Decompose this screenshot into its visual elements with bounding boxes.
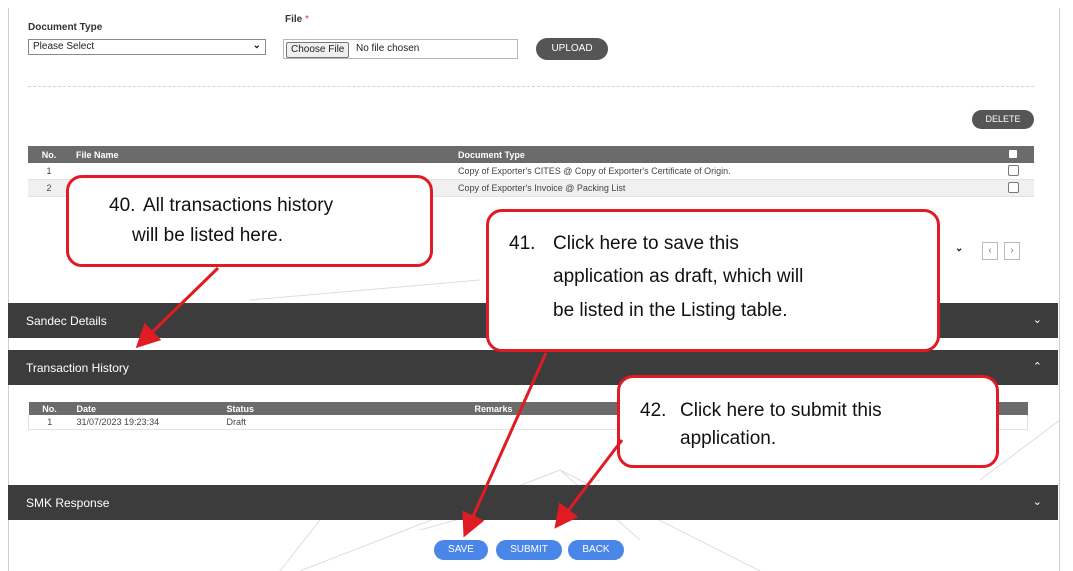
chevron-right-icon: ›: [1010, 245, 1014, 256]
callout-number: 42.: [640, 400, 667, 421]
section-title: SMK Response: [26, 496, 110, 510]
checkbox-icon: [1007, 164, 1019, 176]
callout-line: be listed in the Listing table.: [553, 300, 788, 321]
section-title: Transaction History: [26, 361, 129, 375]
section-title: Sandec Details: [26, 314, 107, 328]
no-file-text: No file chosen: [356, 43, 420, 54]
section-smk-response[interactable]: SMK Response ⌄: [8, 485, 1058, 520]
cell-doc-type: Copy of Exporter's Invoice @ Packing Lis…: [452, 179, 992, 197]
chevron-down-icon: ⌄: [955, 243, 964, 254]
chevron-left-icon: ‹: [988, 245, 992, 256]
col-no: No.: [28, 146, 70, 163]
chevron-down-icon: ⌄: [1032, 496, 1042, 508]
callout-number: 41.: [509, 233, 536, 254]
document-type-label: Document Type: [28, 22, 103, 33]
callout-line: All transactions history: [143, 195, 334, 216]
prev-page-button[interactable]: ‹: [982, 242, 998, 260]
delete-button[interactable]: DELETE: [972, 110, 1034, 129]
cell-doc-type: Copy of Exporter's CITES @ Copy of Expor…: [452, 163, 992, 180]
row-checkbox[interactable]: [992, 163, 1034, 180]
cell-no: 1: [28, 415, 71, 430]
callout-40: 40. All transactions history will be lis…: [66, 175, 433, 267]
page-size-dropdown[interactable]: ⌄: [955, 243, 963, 254]
col-file-name: File Name: [70, 146, 452, 163]
col-date: Date: [70, 402, 221, 415]
cell-no: 2: [28, 179, 70, 197]
callout-line: Click here to submit this: [680, 400, 882, 421]
callout-number: 40.: [109, 195, 136, 216]
row-checkbox[interactable]: [992, 179, 1034, 197]
callout-line: will be listed here.: [132, 225, 284, 246]
callout-41: 41. Click here to save this application …: [486, 209, 940, 352]
col-document-type: Document Type: [452, 146, 992, 163]
col-no: No.: [28, 402, 71, 415]
file-input[interactable]: Choose File No file chosen: [283, 39, 518, 59]
submit-button[interactable]: SUBMIT: [496, 540, 562, 560]
file-label: File *: [285, 14, 309, 25]
required-asterisk: *: [305, 14, 309, 25]
checkbox-icon: [1009, 149, 1017, 158]
save-button[interactable]: SAVE: [434, 540, 488, 560]
divider: [28, 86, 1034, 87]
document-type-value: Please Select: [33, 41, 95, 52]
callout-42: 42. Click here to submit this applicatio…: [617, 375, 999, 468]
document-type-select[interactable]: Please Select ⌄: [28, 39, 266, 55]
upload-button[interactable]: UPLOAD: [536, 38, 608, 60]
back-button[interactable]: BACK: [568, 540, 624, 560]
chevron-down-icon: ⌄: [252, 40, 261, 51]
cell-date: 31/07/2023 19:23:34: [70, 415, 221, 430]
file-label-text: File: [285, 14, 303, 25]
cell-status: Draft: [220, 415, 469, 430]
callout-line: application.: [680, 428, 777, 449]
callout-line: Click here to save this: [553, 233, 739, 254]
callout-line: application as draft, which will: [553, 266, 804, 287]
checkbox-icon: [1007, 181, 1019, 193]
select-all-checkbox[interactable]: [992, 146, 1034, 163]
chevron-down-icon: ⌄: [1032, 314, 1042, 326]
col-status: Status: [220, 402, 469, 415]
cell-no: 1: [28, 163, 70, 180]
next-page-button[interactable]: ›: [1004, 242, 1020, 260]
chevron-up-icon: ⌃: [1032, 361, 1042, 373]
choose-file-button[interactable]: Choose File: [286, 42, 350, 58]
